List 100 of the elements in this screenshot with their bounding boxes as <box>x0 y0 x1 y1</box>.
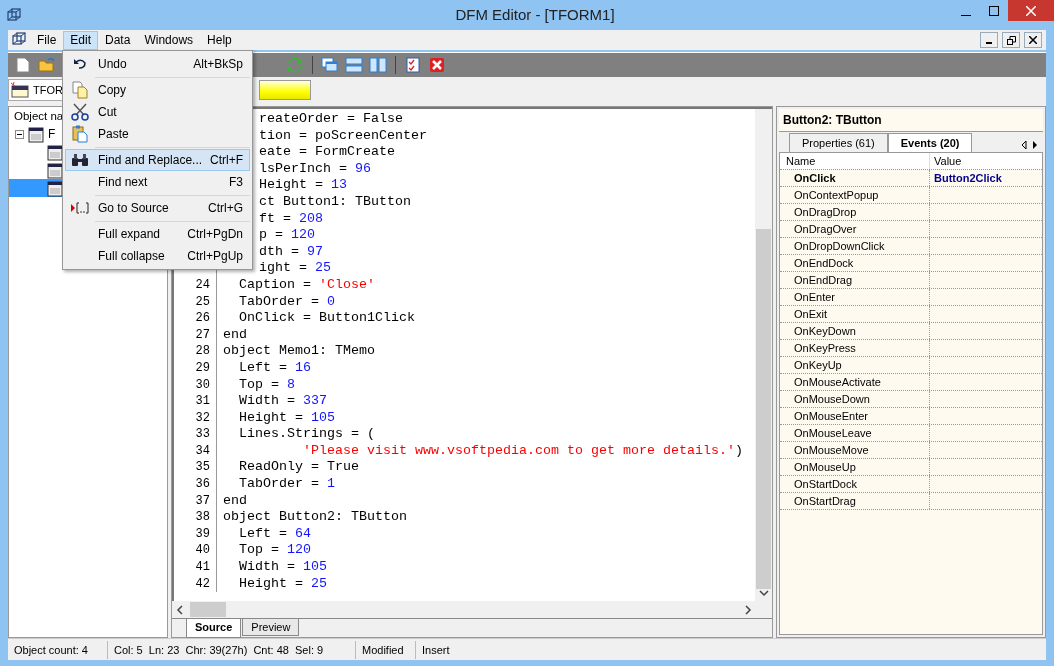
app-icon <box>6 8 22 24</box>
menu-item[interactable]: Cut <box>65 101 250 123</box>
scrollbar-thumb[interactable] <box>756 229 771 590</box>
line-number: 24 <box>174 276 217 294</box>
scissors-icon <box>71 103 89 121</box>
code-line: end <box>222 492 247 510</box>
tree-item[interactable] <box>9 179 62 197</box>
event-name: OnMouseMove <box>780 442 930 458</box>
cascade-windows-icon[interactable] <box>319 55 341 75</box>
code-line: object Memo1: TMemo <box>222 343 375 360</box>
scrollbar-thumb[interactable] <box>190 602 226 617</box>
menu-item[interactable]: Go to Source Ctrl+G <box>65 197 250 219</box>
line-number: 34 <box>174 442 217 460</box>
menu-item[interactable]: File <box>30 30 64 50</box>
code-line: ReadOnly = True <box>238 459 359 477</box>
event-name: OnMouseUp <box>780 459 930 475</box>
scroll-down-icon[interactable] <box>758 589 769 597</box>
tab[interactable]: Properties (61) <box>789 132 888 152</box>
code-line: tion = poScreenCenter <box>259 127 427 145</box>
child-restore-button[interactable] <box>1002 32 1020 48</box>
event-name: OnMouseActivate <box>780 374 930 390</box>
maximize-icon <box>989 6 999 16</box>
line-number: 38 <box>174 509 217 526</box>
event-name: OnDropDownClick <box>780 238 930 254</box>
event-handler[interactable]: Button2Click <box>934 172 1002 184</box>
child-close-button[interactable] <box>1024 32 1042 48</box>
line-number: 41 <box>174 559 217 576</box>
tile-vertical-icon[interactable] <box>367 55 389 75</box>
scroll-right-icon[interactable] <box>744 604 752 615</box>
go-to-source-icon <box>70 202 90 214</box>
form-icon <box>10 82 30 98</box>
form-selector[interactable]: TFOR <box>8 79 62 101</box>
code-line: Left = 16 <box>238 359 311 377</box>
column-header[interactable]: Value <box>930 153 1042 169</box>
line-number: 25 <box>174 293 217 311</box>
code-line: end <box>222 326 247 344</box>
tab[interactable]: Events (20) <box>887 132 973 152</box>
line-number: 27 <box>174 326 217 344</box>
scroll-left-icon[interactable] <box>176 604 184 615</box>
event-name: OnContextPopup <box>780 187 930 203</box>
status-text: Object count: 4 <box>8 640 108 659</box>
line-number: 36 <box>174 476 217 493</box>
menu-item[interactable]: Paste <box>65 123 250 145</box>
copy-icon <box>72 81 88 99</box>
line-number: 29 <box>174 359 217 377</box>
event-name: OnStartDrag <box>780 493 930 509</box>
close-icon <box>1026 5 1036 16</box>
tree-item[interactable]: F <box>9 125 62 143</box>
event-name: OnEndDrag <box>780 272 930 288</box>
code-line: Width = 337 <box>238 393 327 410</box>
close-button[interactable] <box>1008 0 1054 21</box>
code-line: lsPerInch = 96 <box>259 160 371 178</box>
event-name: OnClick <box>780 170 930 186</box>
tab[interactable]: Preview <box>242 619 300 636</box>
menu-item[interactable]: Data <box>98 30 138 50</box>
binoculars-icon <box>71 153 89 167</box>
child-minimize-button[interactable] <box>980 32 998 48</box>
code-line: object Button2: TButton <box>222 509 407 526</box>
menu-item[interactable]: Undo Alt+BkSp <box>65 53 250 75</box>
menu-item[interactable]: Copy <box>65 79 250 101</box>
event-name: OnMouseLeave <box>780 425 930 441</box>
code-line: 'Please visit www.vsoftpedia.com to get more details.') <box>301 442 743 460</box>
event-name: OnExit <box>780 306 930 322</box>
close-icon <box>1029 36 1037 44</box>
tab[interactable]: Source <box>186 619 242 638</box>
code-line: Left = 64 <box>238 525 311 543</box>
line-number: 39 <box>174 525 217 543</box>
code-line: ct Button1: TButton <box>259 193 411 211</box>
line-number: 37 <box>174 492 217 510</box>
menu-item[interactable]: Find next F3 <box>65 171 250 193</box>
line-number: 33 <box>174 426 217 443</box>
menu-item[interactable]: Help <box>200 30 239 50</box>
code-line: dth = 97 <box>259 243 323 261</box>
line-number: 26 <box>174 310 217 327</box>
menu-item[interactable]: Full expand Ctrl+PgDn <box>65 223 250 245</box>
event-name: OnMouseDown <box>780 391 930 407</box>
restore-icon <box>1006 35 1016 45</box>
scroll-left-icon[interactable] <box>1019 139 1028 150</box>
menu-item[interactable]: Full collapse Ctrl+PgUp <box>65 245 250 267</box>
code-line: Height = 25 <box>238 575 327 593</box>
code-line: ight = 25 <box>259 260 331 277</box>
event-name: OnKeyPress <box>780 340 930 356</box>
scroll-right-icon[interactable] <box>1031 139 1039 150</box>
tile-horizontal-icon[interactable] <box>343 55 365 75</box>
open-folder-icon[interactable] <box>36 55 58 75</box>
window-title: DFM Editor - [TFORM1] <box>454 4 616 25</box>
collapse-icon[interactable] <box>15 130 24 140</box>
menu-item[interactable]: Find and Replace... Ctrl+F <box>65 149 250 171</box>
code-line: Height = 105 <box>238 409 335 427</box>
event-name: OnEndDock <box>780 255 930 271</box>
component-title: Button2: TButton <box>779 109 1043 132</box>
menu-item[interactable]: Windows <box>137 30 201 50</box>
code-line: Top = 8 <box>238 376 295 394</box>
menu-item[interactable]: Edit <box>63 30 99 50</box>
line-number: 31 <box>174 393 217 410</box>
form-icon <box>28 126 44 143</box>
code-line: Top = 120 <box>238 542 311 560</box>
undo-icon <box>73 58 87 70</box>
event-name: OnMouseEnter <box>780 408 930 424</box>
column-header[interactable]: Name <box>780 153 930 169</box>
